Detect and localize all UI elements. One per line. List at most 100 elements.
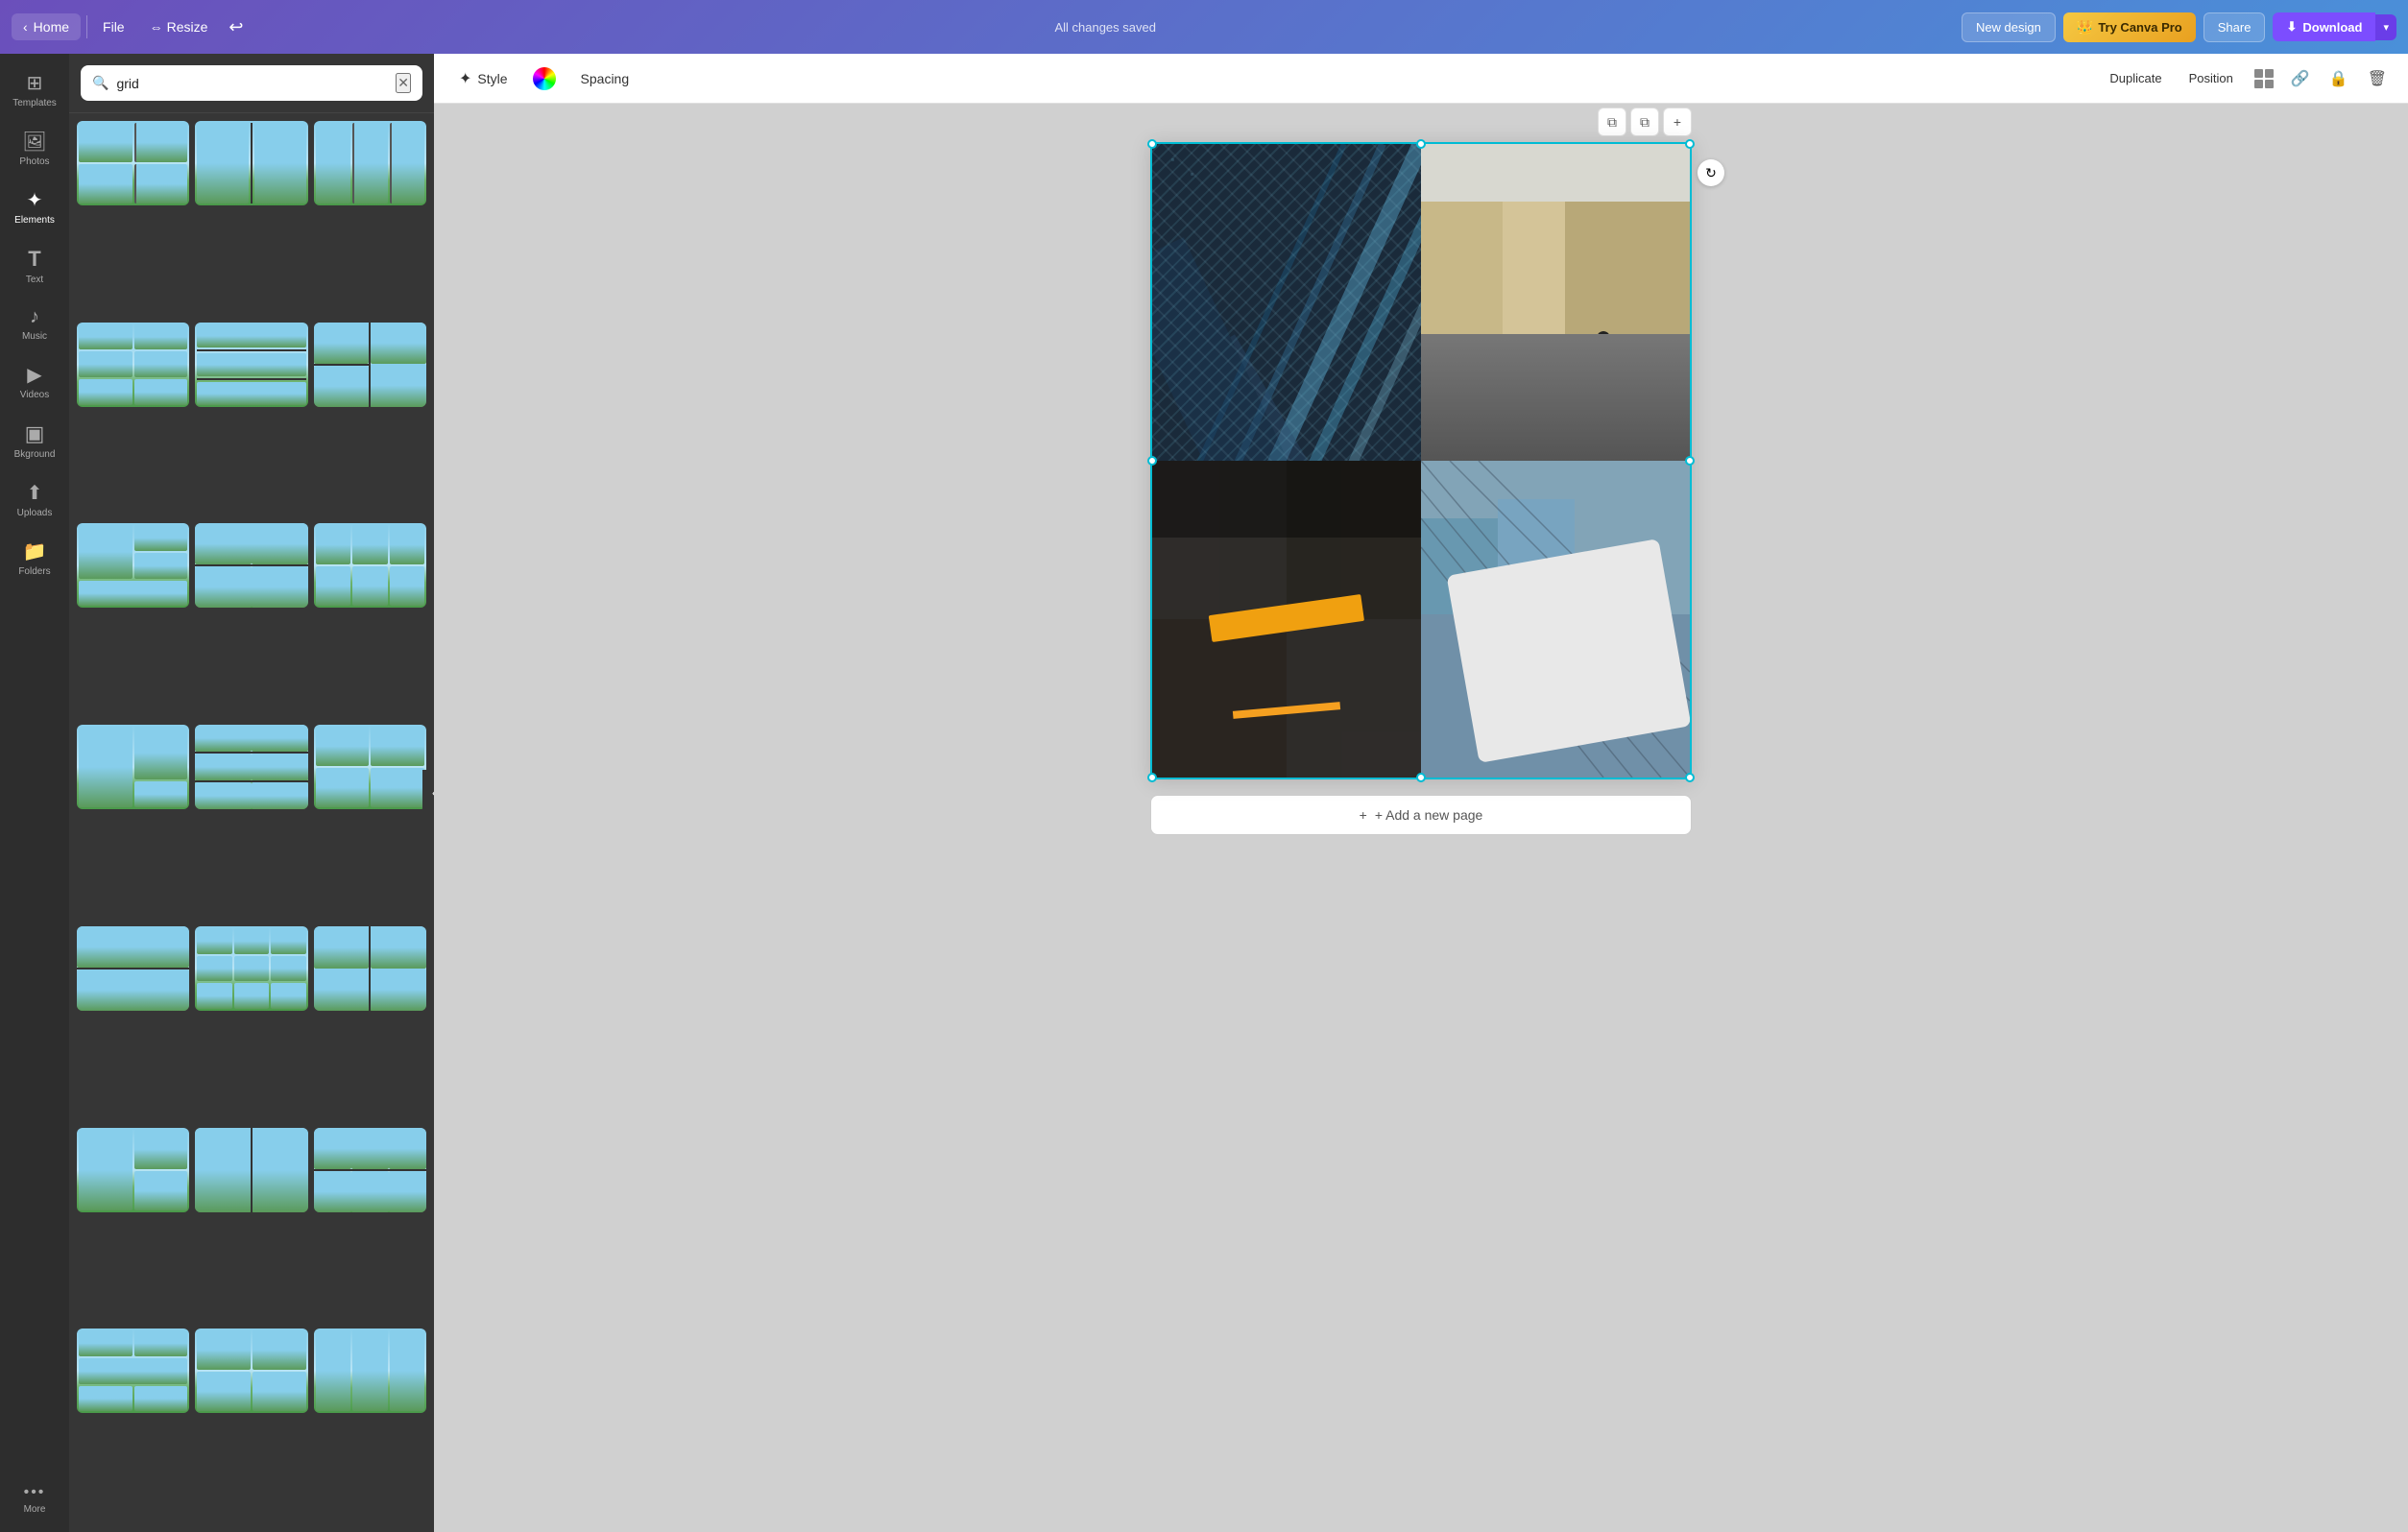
undo-button[interactable]: ↩: [223, 12, 249, 43]
delete-button[interactable]: 🗑: [2362, 65, 2393, 92]
add-page-button[interactable]: + + Add a new page: [1150, 795, 1692, 835]
download-label: Download: [2302, 20, 2362, 35]
search-box: 🔍 ✕: [81, 65, 422, 101]
template-card[interactable]: [77, 523, 189, 608]
sidebar-item-more[interactable]: ••• More: [5, 1474, 64, 1524]
search-box-wrap: 🔍 ✕: [69, 54, 434, 113]
music-icon: ♪: [30, 306, 39, 328]
resize-handle-ml[interactable]: [1147, 456, 1157, 466]
template-card[interactable]: [195, 926, 307, 1011]
template-card[interactable]: [314, 1329, 426, 1413]
template-card[interactable]: [314, 926, 426, 1011]
photo-cell-road[interactable]: [1152, 461, 1421, 778]
resize-handle-br[interactable]: [1685, 773, 1695, 782]
template-card[interactable]: [77, 926, 189, 1011]
templates-icon: ⊞: [27, 71, 43, 95]
new-design-button[interactable]: New design: [1962, 12, 2056, 42]
template-card[interactable]: [314, 1128, 426, 1212]
text-icon: T: [28, 247, 40, 272]
toolbar-right: Duplicate Position 🔗 🔒 🗑: [2100, 65, 2393, 92]
sidebar-item-background[interactable]: ▣ Bkground: [5, 412, 64, 469]
resize-handle-tm[interactable]: [1416, 139, 1426, 149]
background-icon: ▣: [25, 421, 45, 446]
style-button[interactable]: ✦ Style: [449, 63, 518, 94]
canvas-toolbar: ✦ Style Spacing Duplicate Position 🔗: [434, 54, 2408, 104]
template-card[interactable]: [77, 1329, 189, 1413]
template-card[interactable]: [314, 323, 426, 407]
sidebar-item-folders[interactable]: 📁 Folders: [5, 530, 64, 586]
template-card[interactable]: [195, 1329, 307, 1413]
file-button[interactable]: File: [93, 13, 134, 40]
template-card[interactable]: [195, 523, 307, 608]
try-pro-button[interactable]: 👑 Try Canva Pro: [2063, 12, 2196, 42]
photos-icon: 🖼: [22, 130, 46, 154]
copy-icon: ⧉: [1607, 114, 1617, 131]
new-design-label: New design: [1976, 20, 2041, 35]
sidebar-item-elements[interactable]: ✦ Elements: [5, 179, 64, 235]
template-card[interactable]: [77, 1128, 189, 1212]
template-card[interactable]: [195, 323, 307, 407]
copy-frame-button[interactable]: ⧉: [1598, 108, 1626, 136]
spacing-label: Spacing: [581, 71, 630, 86]
chevron-left-icon: ‹: [23, 19, 28, 35]
resize-handle-bm[interactable]: [1416, 773, 1426, 782]
folders-icon: 📁: [23, 539, 47, 563]
template-card[interactable]: [314, 523, 426, 608]
position-label: Position: [2189, 71, 2233, 85]
music-label: Music: [22, 331, 47, 342]
main-layout: ⊞ Templates 🖼 Photos ✦ Elements T Text ♪…: [0, 54, 2408, 1532]
hide-panel-button[interactable]: ‹: [422, 770, 434, 816]
share-button[interactable]: Share: [2203, 12, 2266, 42]
position-button[interactable]: Position: [2179, 65, 2243, 91]
refresh-button[interactable]: ↻: [1698, 159, 1724, 186]
link-button[interactable]: 🔗: [2285, 65, 2316, 92]
uploads-icon: ⬆: [27, 481, 43, 505]
style-icon: ✦: [459, 69, 471, 88]
resize-handle-tl[interactable]: [1147, 139, 1157, 149]
add-frame-button[interactable]: +: [1663, 108, 1692, 136]
resize-handle-mr[interactable]: [1685, 456, 1695, 466]
text-label: Text: [26, 275, 43, 285]
template-card[interactable]: [77, 121, 189, 205]
photo-cell-street[interactable]: [1421, 144, 1690, 461]
search-clear-button[interactable]: ✕: [396, 73, 411, 93]
videos-icon: ▶: [27, 363, 41, 387]
template-card[interactable]: [195, 1128, 307, 1212]
sidebar-item-uploads[interactable]: ⬆ Uploads: [5, 471, 64, 528]
template-card[interactable]: [195, 121, 307, 205]
template-card[interactable]: [77, 323, 189, 407]
search-input[interactable]: [116, 76, 388, 91]
sidebar-item-music[interactable]: ♪ Music: [5, 297, 64, 351]
crown-icon: 👑: [2077, 19, 2093, 36]
corner-actions: ⧉ ⧉ +: [1598, 108, 1692, 136]
elements-label: Elements: [14, 215, 55, 226]
home-button[interactable]: ‹ Home: [12, 13, 81, 40]
sidebar-item-templates[interactable]: ⊞ Templates: [5, 61, 64, 118]
file-label: File: [103, 19, 125, 35]
sidebar-item-text[interactable]: T Text: [5, 237, 64, 295]
add-page-label: + Add a new page: [1375, 807, 1483, 823]
resize-handle-tr[interactable]: [1685, 139, 1695, 149]
resize-button[interactable]: ⇔ Resize: [140, 13, 218, 40]
saved-status: All changes saved: [256, 20, 1953, 35]
canvas-selection-wrapper: ⧉ ⧉ +: [1150, 142, 1692, 779]
lock-button[interactable]: 🔒: [2324, 65, 2354, 92]
template-card[interactable]: [314, 725, 426, 809]
grid-icon-button[interactable]: [2251, 65, 2277, 92]
spacing-button[interactable]: Spacing: [571, 65, 639, 92]
canvas-frame[interactable]: ↻: [1150, 142, 1692, 779]
template-card[interactable]: [314, 121, 426, 205]
template-card[interactable]: [77, 725, 189, 809]
color-wheel-button[interactable]: [533, 67, 556, 90]
duplicate-button[interactable]: Duplicate: [2100, 65, 2171, 91]
download-button-group: ⬇ Download ▾: [2273, 12, 2396, 41]
resize-handle-bl[interactable]: [1147, 773, 1157, 782]
sidebar-item-videos[interactable]: ▶ Videos: [5, 353, 64, 410]
link-icon: 🔗: [2291, 71, 2310, 87]
duplicate-frame-button[interactable]: ⧉: [1630, 108, 1659, 136]
download-button[interactable]: ⬇ Download: [2273, 12, 2375, 41]
photo-cell-sneaker[interactable]: [1421, 461, 1690, 778]
template-card[interactable]: [195, 725, 307, 809]
download-dropdown-button[interactable]: ▾: [2375, 14, 2396, 40]
sidebar-item-photos[interactable]: 🖼 Photos: [5, 120, 64, 177]
